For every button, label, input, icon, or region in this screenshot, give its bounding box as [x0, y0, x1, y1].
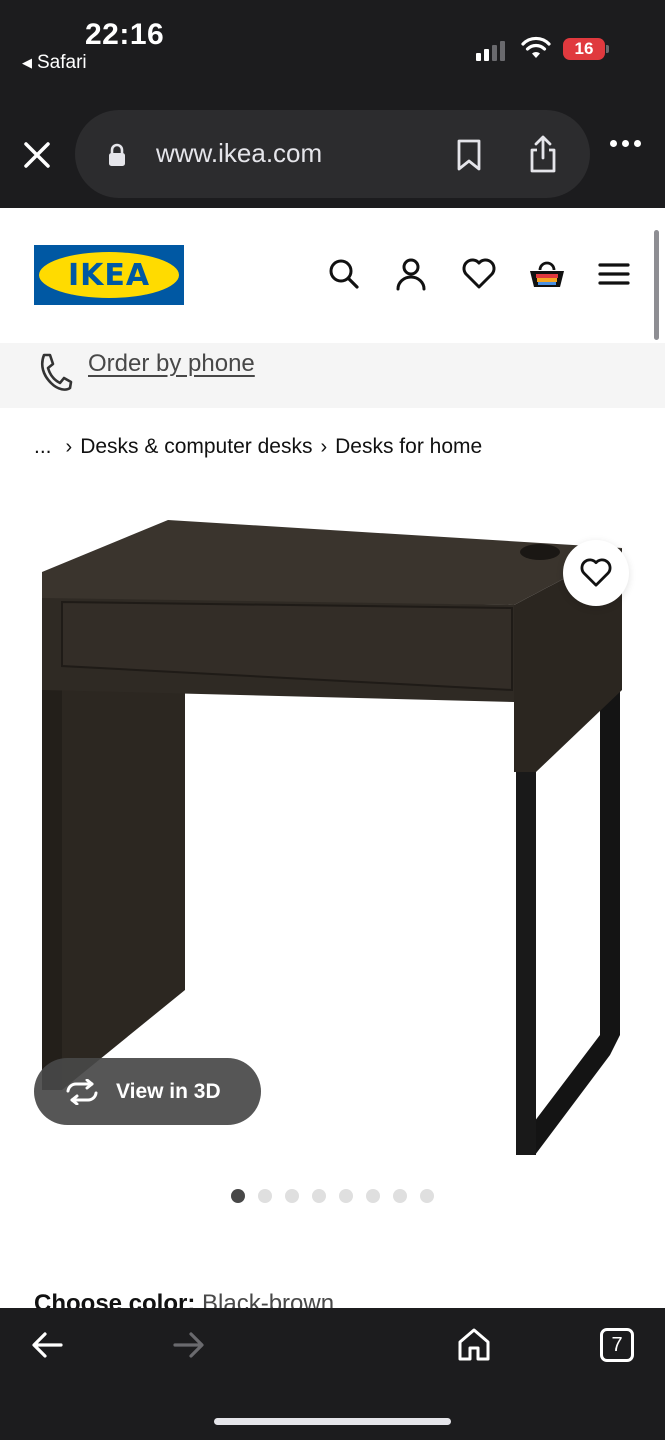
page-scroll-indicator	[654, 230, 659, 340]
user-icon[interactable]	[396, 258, 426, 292]
browser-url-row: www.ikea.com	[0, 100, 665, 208]
status-bar: 22:16 ◀ Safari 16	[0, 0, 665, 100]
heart-icon	[580, 558, 612, 587]
phone-icon	[40, 353, 73, 391]
tabs-button[interactable]: 7	[600, 1328, 634, 1362]
search-icon[interactable]	[328, 258, 360, 292]
bookmark-icon[interactable]	[455, 138, 483, 172]
order-by-phone-bar[interactable]: Order by phone	[0, 343, 665, 408]
address-bar[interactable]: www.ikea.com	[75, 110, 590, 198]
ikea-logo[interactable]: IKEA	[34, 245, 184, 305]
breadcrumb-ellipsis[interactable]: ...	[34, 435, 52, 459]
carousel-dot[interactable]	[231, 1189, 245, 1203]
back-arrow-icon[interactable]	[30, 1330, 64, 1360]
share-icon[interactable]	[527, 134, 559, 174]
carousel-dot[interactable]	[339, 1189, 353, 1203]
cart-icon[interactable]	[528, 258, 566, 292]
add-to-favorites-button[interactable]	[563, 540, 629, 606]
battery-indicator: 16	[563, 38, 605, 60]
chevron-right-icon: ›	[320, 435, 328, 458]
image-carousel-dots[interactable]	[231, 1189, 434, 1203]
wifi-icon	[521, 36, 551, 58]
carousel-dot[interactable]	[366, 1189, 380, 1203]
cellular-signal-icon	[476, 39, 505, 61]
carousel-dot[interactable]	[285, 1189, 299, 1203]
forward-arrow-icon	[173, 1332, 204, 1358]
back-app-label: Safari	[37, 52, 87, 73]
back-to-app-link[interactable]: ◀ Safari	[22, 52, 87, 74]
carousel-dot[interactable]	[258, 1189, 272, 1203]
carousel-dot[interactable]	[420, 1189, 434, 1203]
breadcrumb-item-desks-for-home[interactable]: Desks for home	[335, 435, 482, 459]
browser-toolbar: 7	[0, 1308, 665, 1440]
home-icon[interactable]	[456, 1326, 492, 1362]
url-text: www.ikea.com	[156, 138, 323, 168]
site-header: IKEA	[0, 208, 665, 343]
lock-icon	[109, 143, 125, 166]
hamburger-menu-icon[interactable]	[598, 258, 630, 290]
back-triangle-icon: ◀	[22, 55, 32, 70]
carousel-dot[interactable]	[393, 1189, 407, 1203]
carousel-dot[interactable]	[312, 1189, 326, 1203]
view-in-3d-label: View in 3D	[116, 1079, 221, 1103]
rotate-3d-icon	[66, 1078, 98, 1105]
close-icon[interactable]	[20, 138, 54, 172]
status-time: 22:16	[85, 18, 165, 51]
breadcrumb-item-desks-computer-desks[interactable]: Desks & computer desks	[80, 435, 312, 459]
breadcrumb: ... › Desks & computer desks › Desks for…	[34, 435, 482, 459]
order-by-phone-link[interactable]: Order by phone	[88, 350, 255, 378]
logo-text: IKEA	[67, 258, 151, 293]
home-indicator	[214, 1418, 451, 1425]
view-in-3d-button[interactable]: View in 3D	[34, 1058, 261, 1125]
chevron-right-icon: ›	[65, 435, 73, 458]
more-icon[interactable]	[610, 140, 641, 147]
battery-tip	[606, 45, 609, 53]
heart-icon[interactable]	[462, 258, 496, 290]
